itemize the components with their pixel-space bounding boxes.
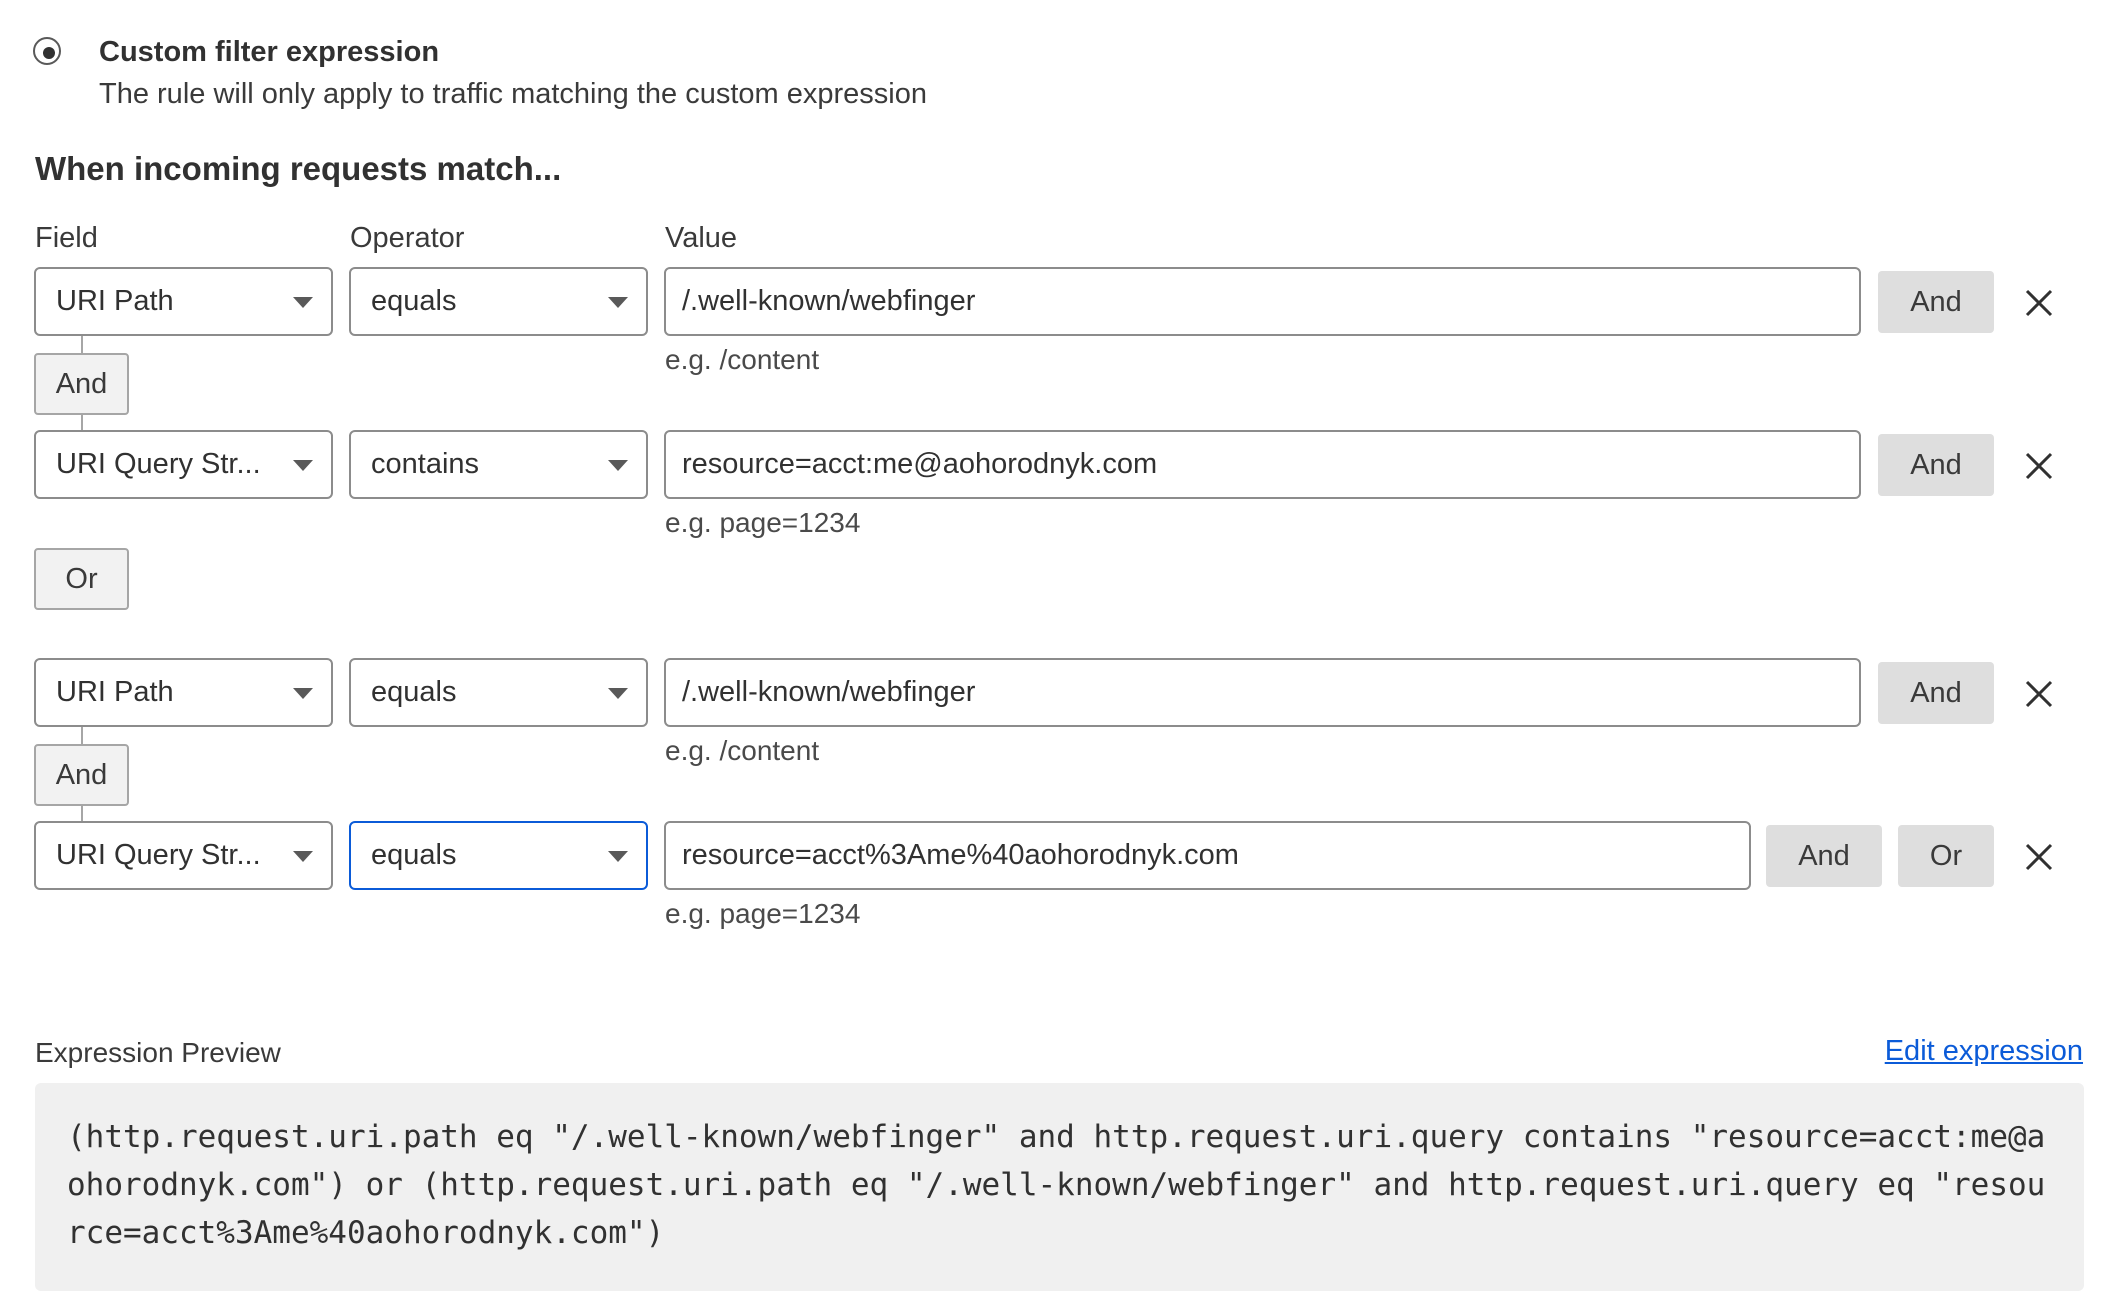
caret-down-icon <box>608 460 628 471</box>
radio-title: Custom filter expression <box>99 36 440 68</box>
value-input[interactable]: /.well-known/webfinger <box>664 267 1861 336</box>
and-connector-button[interactable]: And <box>34 353 129 415</box>
caret-down-icon <box>293 688 313 699</box>
operator-select[interactable]: equals <box>349 821 648 890</box>
value-input-text: /.well-known/webfinger <box>682 676 976 708</box>
and-button[interactable]: And <box>1878 434 1994 496</box>
expression-preview-label: Expression Preview <box>35 1037 281 1068</box>
field-select-value: URI Path <box>56 676 174 708</box>
radio-selected-icon <box>43 47 55 59</box>
operator-select-value: equals <box>371 676 457 708</box>
connector-line <box>81 336 83 354</box>
operator-select-value: equals <box>371 839 457 871</box>
and-connector-button[interactable]: And <box>34 744 129 806</box>
operator-select[interactable]: equals <box>349 658 648 727</box>
close-icon[interactable] <box>2024 288 2054 318</box>
field-select[interactable]: URI Query Str... <box>34 430 333 499</box>
operator-select[interactable]: contains <box>349 430 648 499</box>
custom-expression-radio[interactable] <box>33 37 61 65</box>
radio-description: The rule will only apply to traffic matc… <box>99 78 927 110</box>
operator-column-label: Operator <box>350 222 465 254</box>
section-heading: When incoming requests match... <box>35 150 562 187</box>
operator-select-value: contains <box>371 448 480 480</box>
value-input[interactable]: resource=acct%3Ame%40aohorodnyk.com <box>664 821 1751 890</box>
value-column-label: Value <box>665 222 738 254</box>
field-select-value: URI Query Str... <box>56 839 261 871</box>
value-input-text: resource=acct:me@aohorodnyk.com <box>682 448 1158 480</box>
value-input[interactable]: /.well-known/webfinger <box>664 658 1861 727</box>
value-hint: e.g. page=1234 <box>665 507 861 538</box>
connector-line <box>81 727 83 745</box>
field-select-value: URI Query Str... <box>56 448 261 480</box>
close-icon[interactable] <box>2024 679 2054 709</box>
value-input-text: resource=acct%3Ame%40aohorodnyk.com <box>682 839 1239 871</box>
caret-down-icon <box>293 460 313 471</box>
or-group-button[interactable]: Or <box>34 548 129 610</box>
and-button[interactable]: And <box>1878 271 1994 333</box>
value-hint: e.g. page=1234 <box>665 898 861 929</box>
close-icon[interactable] <box>2024 842 2054 872</box>
field-select[interactable]: URI Path <box>34 267 333 336</box>
operator-select[interactable]: equals <box>349 267 648 336</box>
value-hint: e.g. /content <box>665 735 820 766</box>
field-column-label: Field <box>35 222 98 254</box>
and-button[interactable]: And <box>1766 825 1882 887</box>
caret-down-icon <box>608 688 628 699</box>
caret-down-icon <box>608 297 628 308</box>
edit-expression-link[interactable]: Edit expression <box>1885 1035 2083 1068</box>
caret-down-icon <box>293 851 313 862</box>
value-input-text: /.well-known/webfinger <box>682 285 976 317</box>
caret-down-icon <box>293 297 313 308</box>
expression-preview: (http.request.uri.path eq "/.well-known/… <box>35 1083 2084 1291</box>
field-select[interactable]: URI Path <box>34 658 333 727</box>
close-icon[interactable] <box>2024 451 2054 481</box>
operator-select-value: equals <box>371 285 457 317</box>
and-button[interactable]: And <box>1878 662 1994 724</box>
value-hint: e.g. /content <box>665 344 820 375</box>
value-input[interactable]: resource=acct:me@aohorodnyk.com <box>664 430 1861 499</box>
or-button[interactable]: Or <box>1898 825 1994 887</box>
caret-down-icon <box>608 851 628 862</box>
field-select[interactable]: URI Query Str... <box>34 821 333 890</box>
field-select-value: URI Path <box>56 285 174 317</box>
